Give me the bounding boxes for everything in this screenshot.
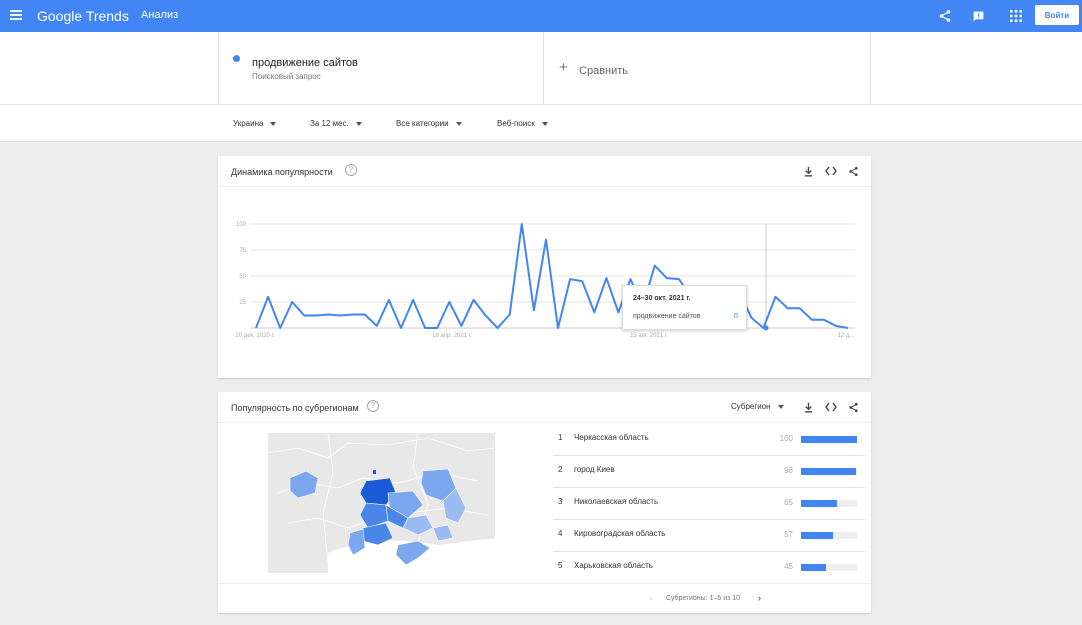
subregion-map[interactable]	[268, 433, 495, 573]
region-value: 57	[784, 530, 793, 539]
list-item[interactable]: 5 Харьковская область 45	[553, 552, 865, 584]
card-header: Популярность по субрегионам ? Субрегион	[218, 392, 871, 423]
x-tick-label: 12 д...	[838, 333, 855, 339]
hover-point	[763, 325, 769, 331]
value-bar	[801, 468, 856, 475]
y-tick-label: 25	[239, 300, 246, 306]
list-item[interactable]: 3 Николаевская область 65	[553, 488, 865, 520]
region-name[interactable]: Черкасская область	[574, 433, 649, 442]
region-value: 98	[784, 466, 793, 475]
y-tick-label: 75	[239, 248, 246, 254]
region-name[interactable]: Николаевская область	[574, 497, 658, 506]
region-value: 65	[784, 498, 793, 507]
x-tick-label: 15 авг. 2021 г.	[630, 333, 668, 339]
tooltip-term: продвижение сайтов	[633, 313, 701, 320]
rank-number: 5	[558, 561, 563, 570]
value-bar-track	[801, 532, 857, 539]
value-bar	[801, 500, 838, 507]
list-item[interactable]: 1 Черкасская область 100	[553, 424, 865, 456]
card-title: Популярность по субрегионам	[231, 403, 359, 413]
subregion-select[interactable]: Субрегион	[731, 402, 784, 411]
region-name[interactable]: Харьковская область	[574, 561, 653, 570]
pagination-label: Субрегионы: 1–5 из 10	[666, 595, 741, 602]
y-tick-label: 50	[239, 274, 246, 280]
value-bar	[801, 564, 827, 571]
download-icon[interactable]	[802, 401, 814, 413]
region-value: 100	[779, 434, 793, 443]
list-item[interactable]: 2 город Киев 98	[553, 456, 865, 488]
region-value: 45	[784, 562, 793, 571]
map-region[interactable]	[373, 470, 376, 474]
share-icon[interactable]	[847, 401, 859, 413]
value-bar-track	[801, 564, 857, 571]
x-tick-label: 18 апр. 2021 г.	[432, 333, 472, 339]
value-bar-track	[801, 468, 857, 475]
chevron-left-icon[interactable]: ‹	[650, 593, 653, 603]
rank-number: 1	[558, 433, 563, 442]
tooltip-date: 24–30 окт. 2021 г.	[633, 295, 691, 302]
rank-number: 2	[558, 465, 563, 474]
rank-number: 3	[558, 497, 563, 506]
x-tick-label: 20 дек. 2020 г.	[235, 333, 275, 339]
embed-icon[interactable]	[825, 401, 837, 413]
chevron-down-icon	[777, 404, 784, 409]
value-bar	[801, 532, 833, 539]
y-tick-label: 100	[236, 222, 247, 228]
list-item[interactable]: 4 Кировоградская область 57	[553, 520, 865, 552]
value-bar-track	[801, 436, 857, 443]
region-name[interactable]: город Киев	[574, 465, 615, 474]
help-icon[interactable]: ?	[367, 400, 379, 412]
value-bar-track	[801, 500, 857, 507]
chevron-right-icon[interactable]: ›	[758, 593, 761, 603]
pagination: ‹ Субрегионы: 1–5 из 10 ›	[218, 583, 871, 613]
region-name[interactable]: Кировоградская область	[574, 529, 665, 538]
tooltip-value: 0	[734, 313, 738, 320]
subregion-select-label: Субрегион	[731, 402, 771, 411]
rank-number: 4	[558, 529, 563, 538]
chart-tooltip: 24–30 окт. 2021 г. продвижение сайтов 0	[622, 285, 747, 330]
value-bar	[801, 436, 857, 443]
